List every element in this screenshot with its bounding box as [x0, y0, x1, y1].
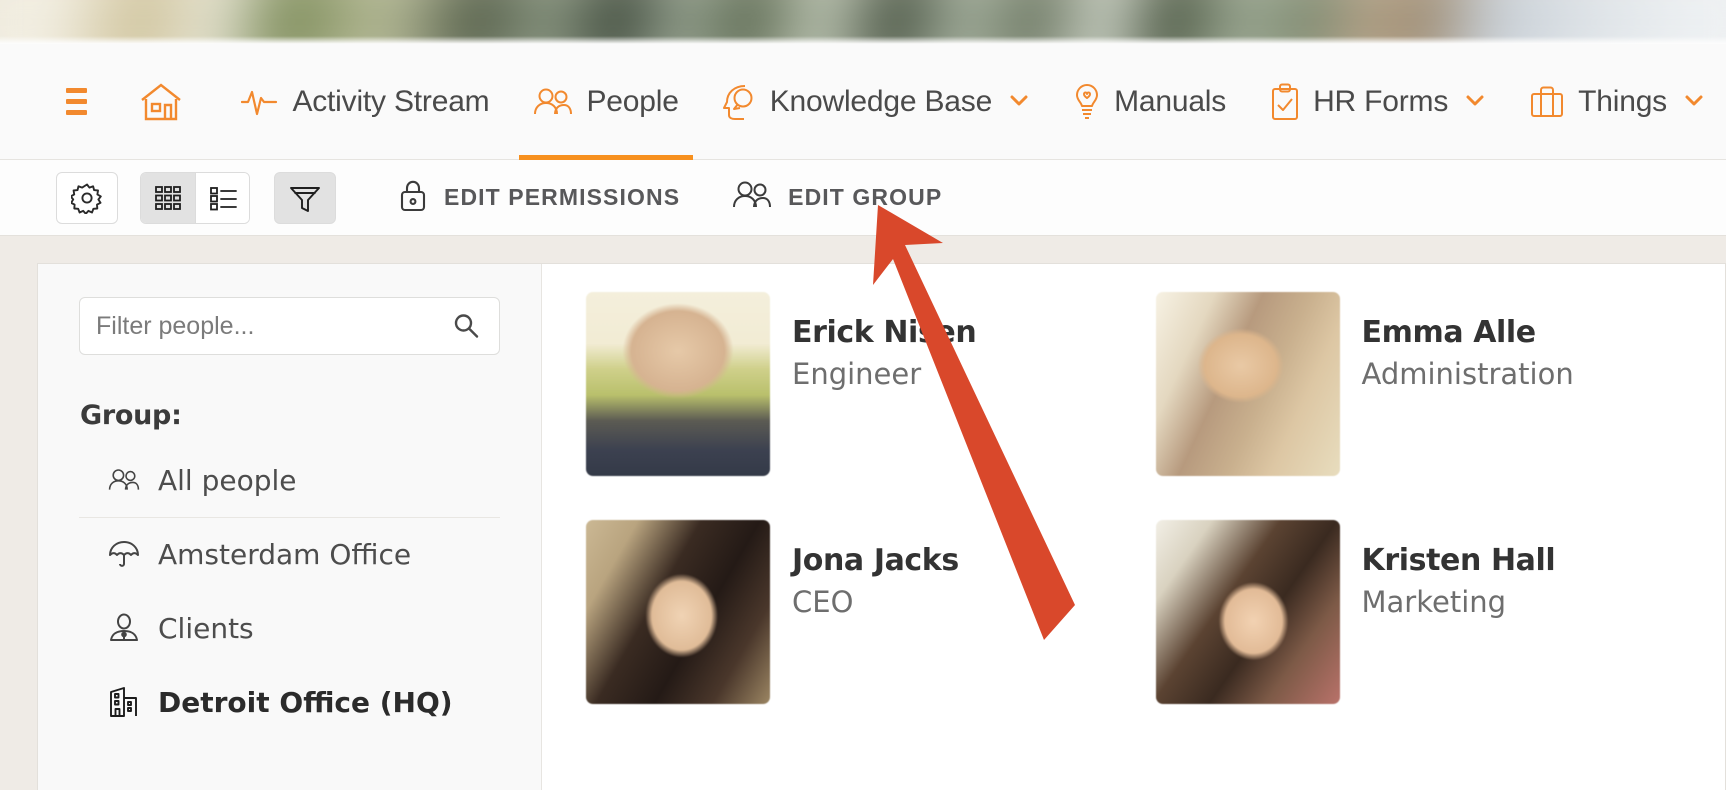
filter-people-field[interactable]	[79, 297, 500, 355]
main-navigation: Activity Stream People Knowledge Base Ma…	[0, 44, 1726, 160]
sidebar-item-label: Detroit Office (HQ)	[158, 685, 453, 719]
edit-permissions-button[interactable]: EDIT PERMISSIONS	[398, 177, 680, 219]
nav-item-label: Things	[1578, 84, 1667, 118]
nav-item-hr-forms[interactable]: HR Forms	[1248, 44, 1507, 160]
person-name: Jona Jacks	[792, 543, 959, 578]
grid-view-icon[interactable]	[141, 172, 195, 223]
edit-group-label: EDIT GROUP	[788, 184, 943, 210]
nav-item-knowledge-base[interactable]: Knowledge Base	[701, 44, 1051, 160]
nav-item-label: Knowledge Base	[769, 84, 993, 118]
group-list: All people Amsterdam Office Clients Detr…	[79, 443, 500, 739]
nav-item-manuals[interactable]: Manuals	[1051, 44, 1248, 160]
funnel-icon[interactable]	[274, 171, 336, 224]
edit-group-button[interactable]: EDIT GROUP	[732, 180, 942, 216]
person-card[interactable]: Emma Alle Administration	[1155, 292, 1726, 520]
sidebar-item-label: Amsterdam Office	[158, 538, 412, 571]
clipboard-check-icon	[1270, 83, 1300, 121]
person-info: Emma Alle Administration	[1362, 292, 1574, 391]
avatar	[586, 520, 770, 704]
page-body: Group: All people	[0, 236, 1726, 790]
people-grid: Erick Nisen Engineer Emma Alle Administr…	[542, 264, 1725, 790]
avatar	[586, 292, 770, 476]
group-heading: Group:	[80, 400, 182, 431]
nav-item-label: People	[586, 84, 679, 118]
nav-item-label: Activity Stream	[292, 84, 490, 118]
edit-permissions-label: EDIT PERMISSIONS	[444, 184, 681, 210]
avatar-photo-woman-dark-hair-wall	[586, 520, 770, 704]
person-info: Kristen Hall Marketing	[1362, 520, 1556, 619]
gear-icon[interactable]	[56, 171, 118, 224]
nav-item-people[interactable]: People	[511, 44, 700, 160]
chevron-down-icon[interactable]	[1465, 92, 1485, 112]
header-photo-banner	[0, 0, 1726, 44]
chevron-down-icon[interactable]	[1009, 92, 1029, 112]
head-thought-icon	[722, 83, 757, 121]
nav-item-label: HR Forms	[1313, 84, 1449, 118]
person-name: Emma Alle	[1361, 315, 1537, 350]
person-name: Erick Nisen	[792, 315, 977, 350]
pulse-icon	[241, 87, 279, 117]
person-role: Marketing	[1361, 585, 1507, 619]
person-card[interactable]: Erick Nisen Engineer	[586, 292, 1156, 520]
sidebar-item-clients[interactable]: Clients	[79, 591, 500, 665]
search-input[interactable]	[80, 311, 451, 341]
person-role: Engineer	[792, 357, 922, 391]
search-icon[interactable]	[451, 311, 499, 341]
person-card[interactable]: Kristen Hall Marketing	[1155, 520, 1726, 748]
nav-item-things[interactable]: Things	[1507, 44, 1726, 160]
sidebar-item-all-people[interactable]: All people	[79, 443, 500, 517]
umbrella-icon	[107, 540, 141, 570]
office-building-icon	[107, 686, 141, 718]
person-role: CEO	[792, 585, 854, 619]
avatar-photo-woman-smiling-street	[1155, 520, 1340, 704]
lightbulb-icon	[1073, 83, 1101, 121]
people-panel: Group: All people	[37, 263, 1726, 790]
home-icon[interactable]	[139, 82, 183, 122]
people-icon	[107, 468, 141, 492]
briefcase-icon	[1529, 85, 1565, 119]
hamburger-icon[interactable]	[66, 88, 88, 115]
person-info: Erick Nisen Engineer	[792, 292, 977, 391]
nav-item-label: Manuals	[1114, 84, 1227, 118]
action-toolbar: EDIT PERMISSIONS EDIT GROUP	[0, 160, 1726, 236]
lock-icon	[398, 177, 428, 219]
people-sidebar: Group: All people	[38, 264, 542, 790]
avatar	[1155, 292, 1340, 476]
nav-item-list: Activity Stream People Knowledge Base Ma…	[219, 44, 1726, 160]
person-tie-icon	[107, 613, 141, 643]
person-name: Kristen Hall	[1361, 543, 1556, 578]
list-view-icon[interactable]	[195, 172, 249, 223]
people-icon	[533, 87, 573, 117]
person-info: Jona Jacks CEO	[792, 520, 959, 619]
view-mode-toggle	[140, 171, 250, 224]
sidebar-item-amsterdam-office[interactable]: Amsterdam Office	[79, 517, 500, 591]
sidebar-item-detroit-office-hq[interactable]: Detroit Office (HQ)	[79, 665, 500, 739]
hamburger-bar	[66, 88, 88, 93]
people-icon	[732, 180, 772, 216]
hamburger-bar	[66, 110, 88, 115]
avatar-photo-woman-blonde-city	[1155, 292, 1340, 476]
nav-item-activity-stream[interactable]: Activity Stream	[219, 44, 511, 160]
chevron-down-icon[interactable]	[1684, 92, 1704, 112]
sidebar-item-label: Clients	[158, 611, 254, 645]
avatar-photo-man-park	[586, 292, 770, 476]
person-card[interactable]: Jona Jacks CEO	[586, 520, 1156, 748]
sidebar-item-label: All people	[158, 463, 297, 497]
avatar	[1155, 520, 1340, 704]
person-role: Administration	[1361, 357, 1574, 391]
hamburger-bar	[66, 99, 88, 104]
